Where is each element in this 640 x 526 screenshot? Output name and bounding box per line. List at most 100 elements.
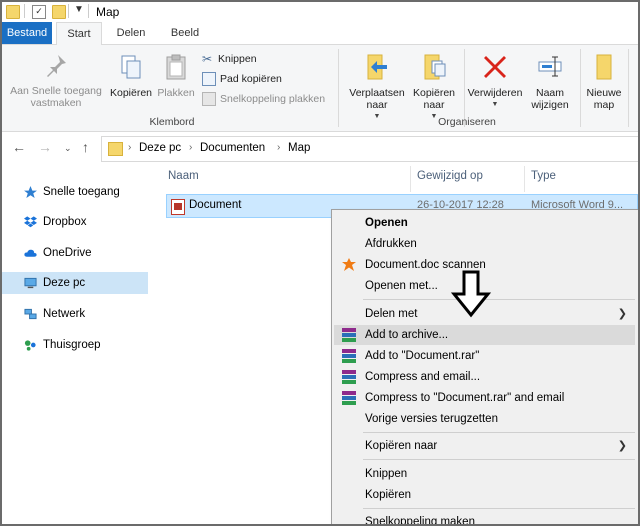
paste-shortcut-button[interactable]: Snelkoppeling plakken <box>202 91 325 107</box>
tab-start[interactable]: Start <box>56 22 102 45</box>
properties-icon[interactable]: ✓ <box>32 5 46 19</box>
pin-label: Aan Snelle toegang vastmaken <box>10 85 102 109</box>
new-folder-button[interactable]: Nieuwe map <box>584 51 624 111</box>
delete-x-icon <box>484 56 506 78</box>
copy-path-button[interactable]: Pad kopiëren <box>202 71 282 87</box>
dropdown-arrow-icon: ▼ <box>491 101 499 108</box>
sidebar-item-this-pc[interactable]: Deze pc <box>2 272 148 294</box>
menu-item-open[interactable]: Openen <box>334 213 635 233</box>
navigation-pane: Snelle toegang Dropbox OneDrive Deze pc … <box>2 164 152 524</box>
sidebar-item-label: Netwerk <box>43 308 86 320</box>
column-header-type[interactable]: Type <box>531 170 556 182</box>
menu-separator <box>363 299 635 300</box>
menu-item-print[interactable]: Afdrukken <box>334 234 635 254</box>
title-bar: ✓ ▼ Map <box>2 2 638 22</box>
column-header-name[interactable]: Naam <box>168 170 199 182</box>
copy-to-button[interactable]: Kopiëren naar ▼ <box>406 51 462 123</box>
cut-label: Knippen <box>218 53 257 65</box>
forward-arrow-icon[interactable]: → <box>38 139 52 155</box>
cut-button[interactable]: ✂ Knippen <box>202 51 257 67</box>
tab-file[interactable]: Bestand <box>2 22 52 44</box>
antivirus-icon <box>342 258 356 271</box>
copy-button[interactable]: Kopiëren <box>106 53 156 99</box>
copy-to-icon <box>424 54 446 80</box>
organize-group-label: Organiseren <box>438 116 496 128</box>
chevron-right-icon[interactable]: › <box>128 142 131 153</box>
winrar-icon <box>342 391 356 405</box>
divider <box>88 4 89 18</box>
new-folder-label: Nieuwe map <box>586 87 622 111</box>
computer-icon <box>24 277 37 289</box>
ribbon-tabs: Bestand Start Delen Beeld <box>2 22 638 45</box>
menu-item-create-shortcut[interactable]: Snelkoppeling maken <box>334 512 635 524</box>
tab-share[interactable]: Delen <box>108 22 154 44</box>
sidebar-item-label: Dropbox <box>43 216 87 228</box>
back-arrow-icon[interactable]: ← <box>12 139 26 155</box>
window-title: Map <box>96 5 120 19</box>
network-icon <box>24 308 37 320</box>
column-divider[interactable] <box>410 166 411 192</box>
chevron-right-icon[interactable]: › <box>277 142 280 153</box>
sidebar-item-label: Snelle toegang <box>43 186 120 198</box>
cloud-icon <box>24 249 37 257</box>
delete-button[interactable]: Verwijderen ▼ <box>465 51 525 111</box>
menu-item-add-to-archive[interactable]: Add to archive... <box>334 325 635 345</box>
up-arrow-icon[interactable]: ↑ <box>82 139 89 155</box>
chevron-right-icon[interactable]: › <box>189 142 192 153</box>
dropdown-arrow-icon: ▼ <box>373 113 381 120</box>
menu-item-send-to[interactable]: Kopiëren naar ❯ <box>334 436 635 456</box>
move-to-label: Verplaatsen naar <box>349 87 405 111</box>
move-to-button[interactable]: Verplaatsen naar ▼ <box>342 51 412 123</box>
file-name: Document <box>189 199 242 211</box>
menu-item-previous-versions[interactable]: Vorige versies terugzetten <box>334 409 635 429</box>
sidebar-item-onedrive[interactable]: OneDrive <box>2 242 148 264</box>
pin-quick-access-button[interactable]: Aan Snelle toegang vastmaken <box>4 53 108 109</box>
divider <box>338 49 339 127</box>
navigation-bar: ← → ⌄ ↑ › Deze pc › Documenten › Map <box>2 132 638 164</box>
sidebar-item-dropbox[interactable]: Dropbox <box>2 211 148 233</box>
copy-label: Kopiëren <box>109 87 153 99</box>
sidebar-item-network[interactable]: Netwerk <box>2 303 148 325</box>
paste-label: Plakken <box>157 87 195 99</box>
menu-item-compress-email[interactable]: Compress and email... <box>334 367 635 387</box>
breadcrumb-folder[interactable]: Map <box>288 142 310 154</box>
column-divider[interactable] <box>524 166 525 192</box>
star-icon <box>24 186 37 198</box>
dropbox-icon <box>24 216 37 228</box>
divider <box>24 4 25 18</box>
copy-path-label: Pad kopiëren <box>220 73 282 85</box>
customize-toolbar-icon[interactable]: ▼ <box>74 4 84 15</box>
chevron-right-icon: ❯ <box>617 308 627 320</box>
paste-button[interactable]: Plakken <box>154 53 198 99</box>
winrar-icon <box>342 349 356 363</box>
divider <box>68 4 69 18</box>
rename-icon <box>538 56 562 77</box>
sidebar-item-quick-access[interactable]: Snelle toegang <box>2 181 148 203</box>
divider <box>580 49 581 127</box>
paste-shortcut-icon <box>202 92 216 107</box>
menu-separator <box>363 459 635 460</box>
rename-button[interactable]: Naam wijzigen <box>524 51 576 111</box>
menu-separator <box>363 432 635 433</box>
chevron-right-icon: ❯ <box>617 440 627 452</box>
tab-view[interactable]: Beeld <box>162 22 208 44</box>
recent-locations-chevron-icon[interactable]: ⌄ <box>64 143 72 154</box>
column-header-modified[interactable]: Gewijzigd op <box>417 170 483 182</box>
copy-icon <box>121 55 141 79</box>
context-menu: Openen Afdrukken Document.doc scannen Op… <box>331 209 638 524</box>
address-bar[interactable]: › Deze pc › Documenten › Map <box>101 136 638 162</box>
rename-label: Naam wijzigen <box>531 87 569 111</box>
menu-item-compress-rar-email[interactable]: Compress to "Document.rar" and email <box>334 388 635 408</box>
breadcrumb-this-pc[interactable]: Deze pc <box>139 142 181 154</box>
winrar-icon <box>342 370 356 384</box>
sidebar-item-label: Thuisgroep <box>43 339 101 351</box>
sidebar-item-homegroup[interactable]: Thuisgroep <box>2 334 148 356</box>
breadcrumb-documents[interactable]: Documenten <box>200 142 265 154</box>
pin-icon <box>47 55 66 77</box>
menu-separator <box>363 508 635 509</box>
menu-item-add-to-rar[interactable]: Add to "Document.rar" <box>334 346 635 366</box>
menu-item-cut[interactable]: Knippen <box>334 464 635 484</box>
new-folder-quick-icon[interactable] <box>52 5 66 19</box>
copy-path-icon <box>202 72 216 87</box>
menu-item-copy[interactable]: Kopiëren <box>334 485 635 505</box>
